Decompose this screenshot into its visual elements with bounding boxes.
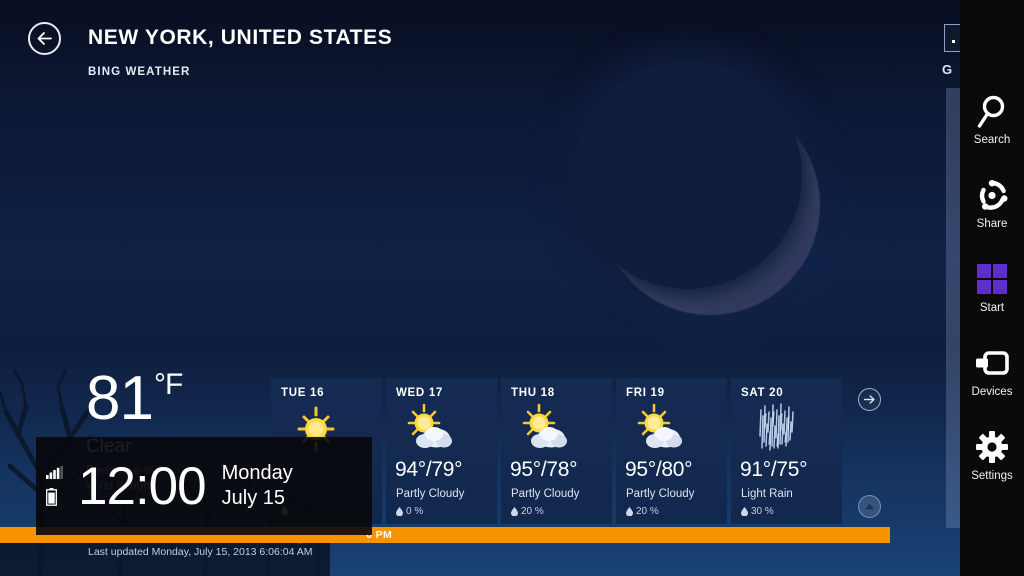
charm-search[interactable]: Search — [960, 90, 1024, 150]
start-tile-quadrant — [976, 280, 991, 295]
charm-devices[interactable]: Devices — [960, 342, 1024, 402]
signal-bars-icon — [46, 466, 63, 479]
charm-label: Start — [979, 302, 1005, 314]
forecast-card-thu[interactable]: THU 18 95°/78° Partly Cloudy 20 % — [501, 378, 612, 524]
charm-settings[interactable]: Settings — [960, 426, 1024, 486]
forecast-temps: 91°/75° — [740, 458, 808, 481]
start-tile-quadrant — [976, 263, 991, 278]
current-temperature: 81 °F — [86, 364, 183, 433]
peek-tile-dot — [952, 40, 955, 43]
clock-overlay: 12:00 Monday July 15 — [36, 437, 372, 535]
forecast-precip-value: 30 % — [751, 506, 774, 517]
right-arrow-icon — [863, 395, 875, 404]
forecast-precip: 20 % — [626, 506, 659, 517]
droplet-icon — [396, 507, 403, 516]
windows-start-icon — [976, 262, 1008, 296]
charm-label: Devices — [971, 386, 1013, 398]
battery-icon — [46, 488, 57, 506]
clock-weekday: Monday — [221, 462, 293, 484]
current-temp-unit: °F — [153, 368, 183, 401]
title-block: NEW YORK, UNITED STATES BING WEATHER — [88, 18, 393, 79]
forecast-temps: 94°/79° — [395, 458, 463, 481]
charm-label: Share — [976, 218, 1008, 230]
search-icon — [977, 94, 1008, 128]
forecast-day-label: WED 17 — [396, 387, 444, 399]
droplet-icon — [626, 507, 633, 516]
forecast-precip-value: 20 % — [636, 506, 659, 517]
rain-icon — [739, 402, 813, 454]
charm-start[interactable]: Start — [960, 258, 1024, 318]
sun-cloud-icon — [509, 402, 583, 454]
forecast-card-sat[interactable]: SAT 20 91°/75° Light Rain 30 % — [731, 378, 842, 524]
sun-cloud-icon — [394, 402, 468, 454]
back-arrow-icon — [37, 32, 52, 45]
up-arrow-icon — [865, 503, 874, 510]
moon-graphic — [560, 55, 860, 355]
forecast-precip: 0 % — [396, 506, 423, 517]
forecast-card-wed[interactable]: WED 17 94°/79° Partly Cloudy 0 % — [386, 378, 497, 524]
forecast-desc: Partly Cloudy — [511, 488, 580, 500]
forecast-day-label: TUE 16 — [281, 387, 325, 399]
charms-bar: Search Share Start Devices Settings — [960, 0, 1024, 576]
peek-letter-label: G — [942, 62, 953, 77]
sun-cloud-icon — [624, 402, 698, 454]
forecast-desc: Partly Cloudy — [626, 488, 695, 500]
current-temp-value: 81 — [86, 364, 154, 433]
forecast-desc: Light Rain — [741, 488, 793, 500]
start-tile-quadrant — [993, 263, 1008, 278]
snapped-app-peek[interactable]: G — [930, 0, 970, 576]
last-updated-label: Last updated Monday, July 15, 2013 6:06:… — [88, 546, 313, 558]
clock-time: 12:00 — [78, 456, 207, 516]
devices-icon — [975, 346, 1009, 380]
back-button[interactable] — [28, 22, 61, 55]
forecast-temps: 95°/80° — [625, 458, 693, 481]
next-forecast-button[interactable] — [858, 388, 881, 411]
forecast-card-fri[interactable]: FRI 19 95°/80° Partly Cloudy 20 % — [616, 378, 727, 524]
forecast-day-label: SAT 20 — [741, 387, 784, 399]
clock-date-block: Monday July 15 — [222, 461, 293, 511]
forecast-temps: 95°/78° — [510, 458, 578, 481]
forecast-desc: Partly Cloudy — [396, 488, 465, 500]
forecast-precip-value: 20 % — [521, 506, 544, 517]
forecast-day-label: FRI 19 — [626, 387, 665, 399]
forecast-precip: 30 % — [741, 506, 774, 517]
peek-scrollbar[interactable] — [946, 88, 960, 528]
charm-label: Search — [973, 134, 1011, 146]
charm-label: Settings — [971, 470, 1013, 482]
droplet-icon — [741, 507, 748, 516]
moon-shadow — [574, 61, 802, 289]
app-name-label: BING WEATHER — [88, 66, 191, 78]
start-tile-quadrant — [993, 280, 1008, 295]
page-title: NEW YORK, UNITED STATES — [88, 26, 393, 49]
forecast-day-label: THU 18 — [511, 387, 555, 399]
app-bar-up-button[interactable] — [858, 495, 881, 518]
share-icon — [976, 178, 1008, 212]
status-icon-group — [36, 466, 76, 506]
app-header: NEW YORK, UNITED STATES BING WEATHER — [0, 0, 392, 78]
clock-date: July 15 — [221, 487, 286, 509]
forecast-precip: 20 % — [511, 506, 544, 517]
forecast-precip-value: 0 % — [406, 506, 424, 517]
droplet-icon — [511, 507, 518, 516]
gear-icon — [976, 430, 1008, 464]
charm-share[interactable]: Share — [960, 174, 1024, 234]
